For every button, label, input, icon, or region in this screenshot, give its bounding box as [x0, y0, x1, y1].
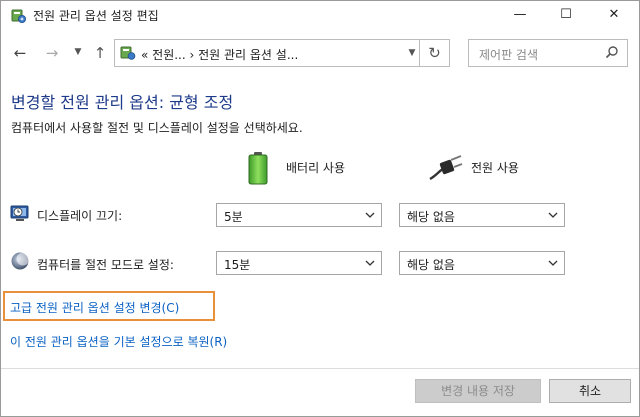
- sleep-battery-select[interactable]: 15분: [216, 251, 382, 275]
- search-placeholder: 제어판 검색: [479, 48, 539, 62]
- maximize-button[interactable]: ☐: [543, 1, 589, 31]
- display-off-battery-value: 5분: [224, 210, 243, 224]
- refresh-button[interactable]: ↻: [420, 39, 450, 67]
- address-dropdown-button[interactable]: ▼: [403, 40, 421, 66]
- power-options-icon: [11, 9, 26, 23]
- display-off-label: 디스플레이 끄기:: [37, 209, 123, 223]
- minimize-button[interactable]: —: [497, 1, 543, 31]
- save-changes-button[interactable]: 변경 내용 저장: [415, 379, 541, 403]
- battery-icon: [248, 152, 268, 185]
- sleep-plugged-select[interactable]: 해당 없음: [399, 251, 565, 275]
- advanced-settings-link[interactable]: 고급 전원 관리 옵션 설정 변경(C): [10, 299, 179, 316]
- close-button[interactable]: ✕: [591, 1, 637, 31]
- sleep-battery-value: 15분: [224, 258, 251, 272]
- chevron-down-icon: [365, 212, 375, 218]
- cancel-button[interactable]: 취소: [549, 379, 631, 403]
- search-icon: [605, 46, 618, 59]
- power-options-icon: [120, 46, 136, 60]
- page-subtitle: 컴퓨터에서 사용할 절전 및 디스플레이 설정을 선택하세요.: [11, 121, 303, 135]
- sleep-plugged-value: 해당 없음: [407, 258, 455, 272]
- window: 전원 관리 옵션 설정 편집 — ☐ ✕ ← → ▼ ↑ « 전원... › 전…: [0, 0, 640, 417]
- sleep-moon-icon: [11, 252, 30, 270]
- back-button[interactable]: ←: [9, 44, 31, 62]
- plugged-in-column-label: 전원 사용: [471, 161, 519, 175]
- address-bar[interactable]: « 전원... › 전원 관리 옵션 설... ▼: [114, 39, 420, 67]
- display-timer-icon: [10, 205, 29, 221]
- display-off-plugged-value: 해당 없음: [407, 210, 455, 224]
- footer-divider: [1, 368, 639, 369]
- battery-column-label: 배터리 사용: [286, 161, 346, 175]
- navigation-bar: ← → ▼ ↑ « 전원... › 전원 관리 옵션 설... ▼ ↻ 제어판 …: [1, 34, 639, 74]
- display-off-plugged-select[interactable]: 해당 없음: [399, 203, 565, 227]
- page-title: 변경할 전원 관리 옵션: 균형 조정: [11, 93, 234, 112]
- window-title: 전원 관리 옵션 설정 편집: [33, 9, 159, 23]
- recent-locations-button[interactable]: ▼: [67, 47, 89, 57]
- title-bar: 전원 관리 옵션 설정 편집 — ☐ ✕: [1, 1, 639, 31]
- forward-button[interactable]: →: [41, 44, 63, 62]
- power-plug-icon: [429, 155, 463, 181]
- chevron-down-icon: [548, 212, 558, 218]
- search-input[interactable]: 제어판 검색: [468, 39, 628, 67]
- sleep-label: 컴퓨터를 절전 모드로 설정:: [37, 258, 174, 272]
- display-off-battery-select[interactable]: 5분: [216, 203, 382, 227]
- up-button[interactable]: ↑: [89, 44, 111, 62]
- restore-defaults-link[interactable]: 이 전원 관리 옵션을 기본 설정으로 복원(R): [10, 333, 227, 350]
- chevron-down-icon: [548, 260, 558, 266]
- chevron-down-icon: [365, 260, 375, 266]
- address-path[interactable]: « 전원... › 전원 관리 옵션 설...: [141, 46, 298, 63]
